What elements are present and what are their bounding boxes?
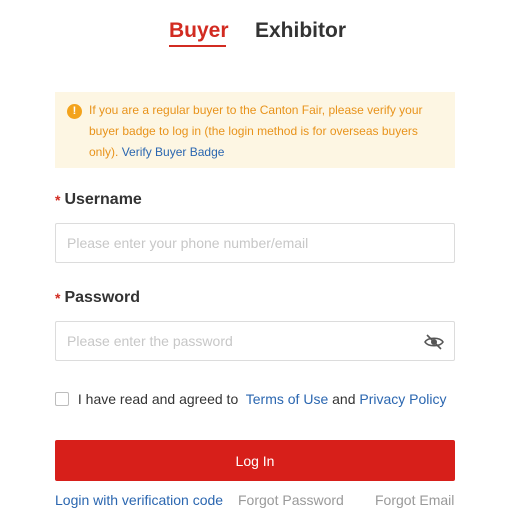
required-mark: * <box>55 290 61 306</box>
username-field[interactable] <box>55 223 455 263</box>
agreement-text: I have read and agreed to <box>77 391 239 407</box>
required-mark: * <box>55 192 61 208</box>
privacy-policy-link[interactable]: Privacy Policy <box>359 391 446 407</box>
agreement-and: and <box>332 391 356 407</box>
login-with-verification-code-link[interactable]: Login with verification code <box>55 492 223 508</box>
username-label-text: Username <box>64 191 142 208</box>
warning-icon: ! <box>67 104 82 119</box>
agreement-row: I have read and agreed to Terms of Use a… <box>55 391 447 407</box>
password-label-text: Password <box>64 289 141 306</box>
password-input[interactable] <box>56 322 454 360</box>
login-type-tabs: Buyer Exhibitor <box>0 18 527 50</box>
agreement-checkbox[interactable] <box>55 392 69 406</box>
active-tab-indicator <box>169 45 226 47</box>
forgot-password-link[interactable]: Forgot Password <box>238 492 344 508</box>
verify-buyer-badge-link[interactable]: Verify Buyer Badge <box>122 145 225 159</box>
password-label: * Password <box>55 289 140 307</box>
tab-exhibitor[interactable]: Exhibitor <box>255 18 346 44</box>
username-label: * Username <box>55 191 142 209</box>
tab-buyer[interactable]: Buyer <box>169 18 229 44</box>
eye-hidden-icon[interactable] <box>424 333 444 351</box>
buyer-badge-notice: ! If you are a regular buyer to the Cant… <box>55 92 455 168</box>
username-input[interactable] <box>56 224 454 262</box>
forgot-email-link[interactable]: Forgot Email <box>375 492 454 508</box>
password-field[interactable] <box>55 321 455 361</box>
login-button[interactable]: Log In <box>55 440 455 481</box>
terms-of-use-link[interactable]: Terms of Use <box>246 391 328 407</box>
